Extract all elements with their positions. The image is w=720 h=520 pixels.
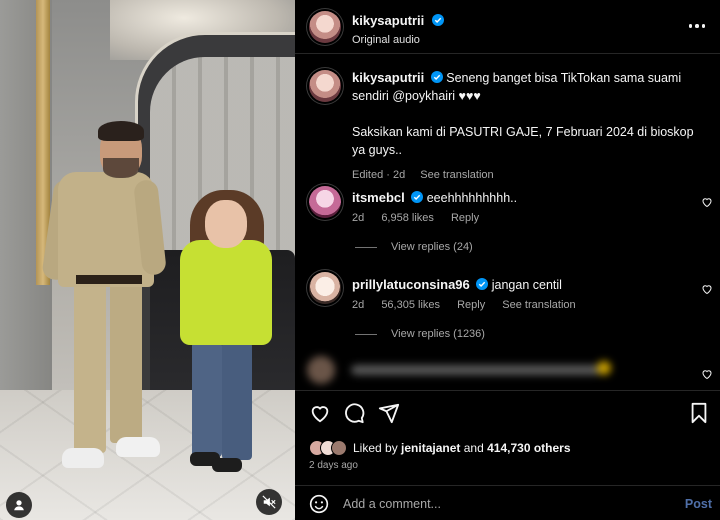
edited-label: Edited · 2d [352,169,406,181]
comment-text: eeehhhhhhhhh.. [426,191,518,205]
profile-icon[interactable] [6,492,32,518]
heart-icon[interactable] [701,368,713,380]
man-figure-shoe [62,448,104,468]
post-header: kikysaputrii Original audio [295,0,720,54]
view-replies-button[interactable]: View replies (1236) [355,328,485,340]
caption-mention[interactable]: @poykhairi [392,89,455,103]
man-figure-belt [76,275,142,284]
reply-button[interactable]: Reply [451,212,479,224]
view-replies-button[interactable]: View replies (24) [355,241,473,253]
likes-prefix: Liked by [353,441,398,455]
mute-icon[interactable] [256,489,282,515]
verified-icon [431,14,444,26]
comment-likes[interactable]: 6,958 likes [381,212,434,224]
heart-icon[interactable] [309,402,331,424]
woman-figure-leg [222,342,252,460]
comment-age: 2d [352,299,365,311]
verified-icon [476,278,489,290]
man-figure-hair [98,121,144,141]
comment-item: prillylatuconsina96 jangan centil 2d 56,… [352,277,697,311]
likes-summary[interactable]: Liked by jenitajanet and 414,730 others [309,440,571,456]
likes-user[interactable]: jenitajanet [401,441,460,455]
heart-icon[interactable] [701,283,713,295]
avatar[interactable] [309,11,341,43]
post-date: 2 days ago [309,460,358,471]
view-replies-label[interactable]: View replies (1236) [391,328,485,340]
caption-text-2: Saksikan kami di PASUTRI GAJE, 7 Februar… [352,125,694,157]
likes-and: and [463,441,484,455]
comment-avatar[interactable] [309,186,341,218]
share-icon[interactable] [378,402,400,424]
emoji-icon[interactable] [309,494,329,514]
woman-figure-leg [192,342,222,457]
audio-link[interactable]: Original audio [352,34,444,46]
see-translation-link[interactable]: See translation [502,299,575,311]
bookmark-icon[interactable] [688,402,710,424]
post-caption: kikysaputrii Seneng banget bisa TikTokan… [352,69,697,184]
action-bar: Liked by jenitajanet and 414,730 others … [295,390,720,520]
woman-figure-face [205,200,247,248]
comment-username[interactable]: itsmebcl [352,190,405,205]
comment-item: itsmebcl eeehhhhhhhhh.. 2d 6,958 likes R… [352,190,697,224]
comment-likes[interactable]: 56,305 likes [381,299,440,311]
caption-avatar[interactable] [309,70,341,102]
likes-count[interactable]: 414,730 others [487,441,570,455]
caption-username[interactable]: kikysaputrii [352,70,424,85]
comment-bar: Add a comment... Post [295,485,720,520]
post-video[interactable] [0,0,295,520]
post-details-panel: kikysaputrii Original audio kikysaputrii… [295,0,720,520]
header-username[interactable]: kikysaputrii [352,13,424,28]
heart-icon[interactable] [701,196,713,208]
see-translation-link[interactable]: See translation [420,169,493,181]
reply-button[interactable]: Reply [457,299,485,311]
comment-username[interactable]: prillylatuconsina96 [352,277,470,292]
woman-figure-shoe [212,458,242,472]
comment-text: jangan centil [491,278,562,292]
verified-icon [411,191,424,203]
man-figure-shoe [116,437,160,457]
comment-age: 2d [352,212,365,224]
verified-icon [430,71,443,83]
avatar [331,440,347,456]
blurred-comment [303,356,615,384]
woman-figure-body [180,240,272,345]
comment-avatar[interactable] [309,272,341,304]
man-figure-beard [103,158,139,178]
man-figure-leg [74,283,106,453]
comment-icon[interactable] [343,402,365,424]
more-icon[interactable] [686,17,708,35]
view-replies-label[interactable]: View replies (24) [391,241,473,253]
man-figure-leg [110,283,142,443]
comment-input[interactable]: Add a comment... [343,497,441,511]
caption-emoji: ♥♥♥ [458,89,481,103]
post-button[interactable]: Post [685,497,712,511]
